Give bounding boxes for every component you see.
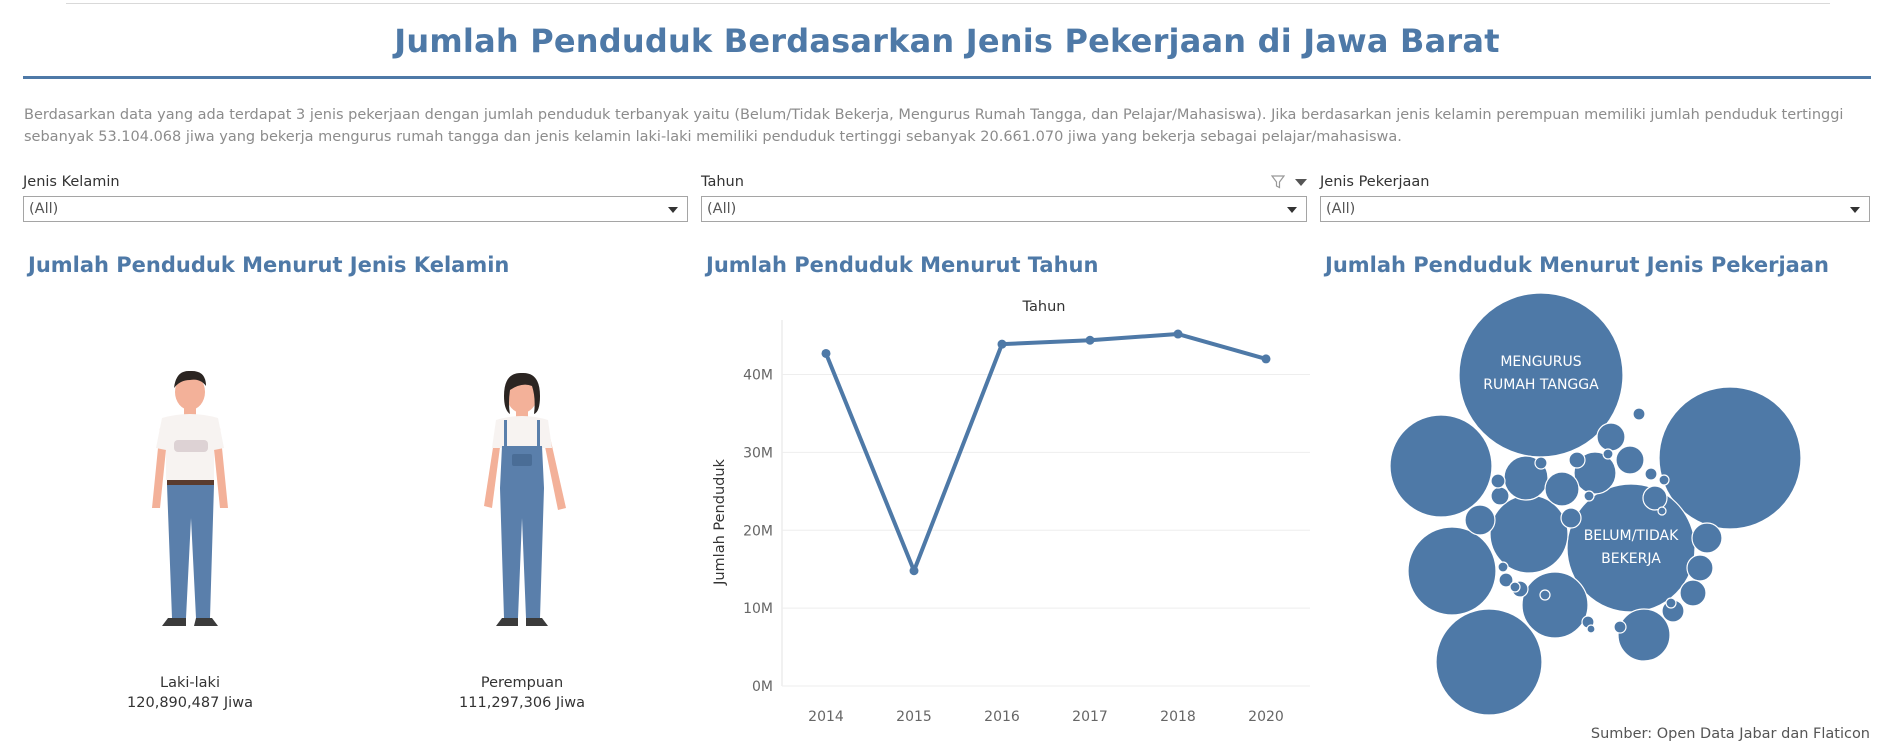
job-panel-title: Jumlah Penduduk Menurut Jenis Pekerjaan [1325,253,1829,277]
job-bubble[interactable] [1539,589,1551,601]
job-bubble[interactable] [1521,571,1589,639]
job-bubble[interactable] [1632,407,1646,421]
job-bubble[interactable] [1560,507,1582,529]
dropdown-value: (All) [1326,201,1356,217]
job-bubble[interactable] [1583,490,1595,502]
data-point[interactable] [909,566,919,576]
job-bubble[interactable] [1642,485,1668,511]
job-bubble[interactable] [1490,486,1510,506]
job-bubble[interactable] [1686,554,1714,582]
job-bubble[interactable] [1435,608,1543,716]
job-bubble[interactable] [1644,467,1658,481]
dropdown-value: (All) [707,201,737,217]
female-count: 111,297,306 Jiwa [459,695,585,711]
job-bubble[interactable] [1665,597,1677,609]
bubble-label: MENGURUS [1500,354,1581,370]
job-bubble[interactable] [1658,474,1670,486]
data-point[interactable] [1173,329,1183,339]
job-bubble[interactable] [1464,504,1496,536]
job-bubble[interactable] [1613,620,1627,634]
jenis-kelamin-dropdown[interactable]: (All) [23,196,688,222]
job-bubble[interactable] [1617,608,1671,662]
bubble-label: BEKERJA [1601,551,1661,567]
job-bubble[interactable] [1602,448,1614,460]
source-note: Sumber: Open Data Jabar dan Flaticon [1590,726,1870,742]
dropdown-value: (All) [29,201,59,217]
job-bubble[interactable] [1509,581,1521,593]
job-bubble[interactable] [1586,624,1596,634]
x-tick-label: 2018 [1160,709,1196,725]
gender-panel-title: Jumlah Penduduk Menurut Jenis Kelamin [28,253,510,277]
data-point[interactable] [997,339,1007,349]
bubble-label: BELUM/TIDAK [1584,528,1679,544]
filter-label: Jenis Pekerjaan [1320,174,1430,190]
tahun-dropdown[interactable]: (All) [701,196,1307,222]
y-axis-label: Jumlah Penduduk [712,458,728,585]
x-tick-label: 2015 [896,709,932,725]
job-bubble[interactable] [1497,561,1509,573]
y-tick-label: 20M [743,523,773,539]
x-tick-label: 2016 [984,709,1020,725]
y-tick-label: 40M [743,368,773,384]
chevron-down-icon [668,207,678,213]
job-bubble[interactable] [1691,522,1723,554]
page-title: Jumlah Penduduk Berdasarkan Jenis Pekerj… [394,22,1500,60]
job-bubble[interactable] [1657,506,1667,516]
description-text: Berdasarkan data yang ada terdapat 3 jen… [24,107,1844,145]
bubble-label: RUMAH TANGGA [1483,377,1599,393]
job-bubble[interactable] [1615,445,1645,475]
y-tick-label: 0M [752,679,773,695]
chevron-down-icon [1287,207,1297,213]
female-label-text: Perempuan [480,675,564,691]
x-tick-label: 2020 [1248,709,1284,725]
job-bubble[interactable] [1534,456,1548,470]
male-illustration [152,370,228,626]
job-bubble[interactable] [1389,414,1493,518]
data-point[interactable] [821,348,831,358]
filter-label: Jenis Kelamin [23,174,120,190]
y-tick-label: 10M [743,601,773,617]
filter-jenis-kelamin: Jenis Kelamin (All) [23,172,688,222]
y-tick-label: 30M [743,445,773,461]
filter-label: Tahun [701,174,744,190]
female-label: Perempuan 111,297,306 Jiwa [422,673,622,713]
job-bubble-chart: MENGURUS RUMAH TANGGA BELUM/TIDAK BEKERJA [1389,292,1802,716]
male-label: Laki-laki 120,890,487 Jiwa [90,673,290,713]
job-bubble[interactable] [1596,422,1626,452]
x-tick-label: 2017 [1072,709,1108,725]
chart-title: Tahun [1022,299,1066,315]
title-underline [23,76,1871,79]
job-bubble[interactable] [1568,451,1586,469]
data-point[interactable] [1085,335,1095,345]
job-bubble[interactable] [1490,473,1506,489]
job-bubble[interactable] [1407,526,1497,616]
filter-funnel-icon[interactable] [1271,175,1285,189]
job-bubble[interactable] [1544,471,1580,507]
male-count: 120,890,487 Jiwa [127,695,253,711]
data-point[interactable] [1261,354,1271,364]
job-bubble[interactable] [1679,579,1707,607]
filter-tahun: Tahun (All) [701,172,1307,222]
male-label-text: Laki-laki [160,675,220,691]
top-divider [66,3,1830,4]
female-illustration [484,372,566,626]
chevron-down-icon [1850,207,1860,213]
year-line-chart: Tahun Jumlah Penduduk 0M 10M 20M 30M 40M 201… [712,299,1310,725]
jenis-pekerjaan-dropdown[interactable]: (All) [1320,196,1870,222]
filter-jenis-pekerjaan: Jenis Pekerjaan (All) [1320,172,1870,222]
x-tick-label: 2014 [808,709,844,725]
job-bubble[interactable] [1489,494,1569,574]
year-panel-title: Jumlah Penduduk Menurut Tahun [706,253,1099,277]
filter-menu-icon[interactable] [1295,179,1307,186]
